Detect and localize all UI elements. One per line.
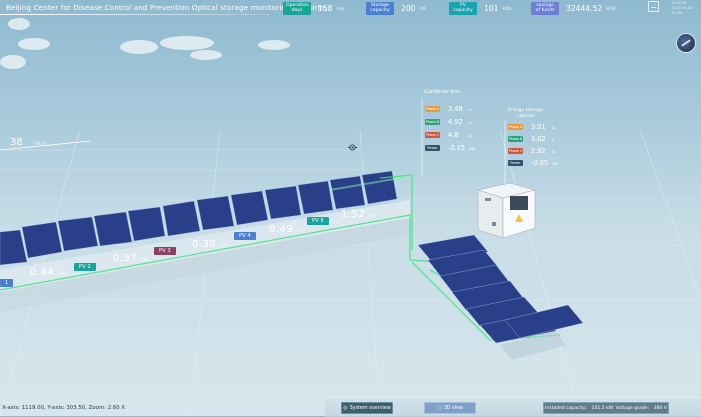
page-title: Beijing Center for Disease Control and P… (6, 3, 327, 12)
stat-unit: RMB (606, 6, 616, 11)
stat-savings: savings of funds 32444.52 RMB (531, 1, 616, 16)
pv-unit: kW (220, 243, 227, 248)
storage-cabinet (477, 182, 536, 239)
fullscreen-toggle-icon[interactable] (648, 1, 659, 12)
pv-value-5: 0.49 (269, 224, 294, 235)
scene-canvas (0, 98, 701, 416)
phase-unit: kW (552, 160, 558, 166)
storage-row: Phase C 2.92 A (508, 147, 555, 155)
storage-title-line2: cabinet (517, 114, 535, 119)
stat-value: 200 (401, 4, 416, 13)
3d-view-button[interactable]: ▢ 3D view (424, 402, 476, 414)
pv-unit: kW (141, 257, 148, 262)
phase-badge: Power (425, 145, 440, 151)
phase-value: 3.48 (448, 105, 463, 113)
stat-storage-capacity: Storage capacity 200 kW (366, 1, 427, 16)
storage-title-line1: Energy storage (508, 108, 543, 113)
stat-label: Storage capacity (366, 1, 394, 16)
phase-badge: Phase A (508, 124, 523, 130)
ground-pv-array (417, 234, 584, 360)
phase-unit: A (469, 132, 472, 138)
phase-badge: Phase C (425, 132, 440, 138)
pv-tag-5[interactable]: PV 5 (307, 217, 329, 225)
pv-value-6: 1.52 (341, 209, 366, 220)
datetime: 0:00:00 2025.10.10 00:00 (672, 1, 701, 16)
stat-unit: day (336, 6, 345, 11)
phase-value: 4.92 (448, 118, 463, 126)
pv-value-3: 0.37 (113, 253, 138, 264)
stat-operation-days: Operation days 158 day (283, 1, 345, 16)
phase-badge: Phase B (425, 119, 440, 125)
stat-label: Operation days (283, 1, 311, 16)
phase-unit: A (552, 124, 555, 130)
stat-unit: kWp (502, 6, 512, 11)
voltage-grade-text: Voltage grade： 380 V (615, 406, 667, 411)
phase-unit: A (552, 148, 555, 154)
coordinate-readout: X-axis: 1119.00, Y-axis: 303.50, Zoom: 2… (2, 405, 126, 411)
phase-value: -2.15 (448, 144, 466, 152)
phase-unit: A (469, 106, 472, 112)
pv-unit: kW (297, 228, 304, 233)
phase-value: 2.92 (531, 147, 546, 155)
stat-unit: kW (419, 6, 427, 11)
phase-badge: Power (508, 160, 523, 166)
phase-value: 3.02 (531, 135, 546, 143)
stat-label: savings of funds (531, 1, 559, 16)
phase-unit: A (469, 119, 472, 125)
cube-icon: ▢ (436, 405, 442, 411)
pv-tag-1[interactable]: 1 (0, 279, 14, 287)
stat-pv-capacity: PV capacity 101 kWp (449, 1, 512, 16)
phase-unit: A (552, 136, 555, 142)
combiner-row: Phase A 3.48 A (425, 105, 472, 113)
pv-tag-4[interactable]: PV 4 (234, 232, 256, 240)
combiner-row: Power -2.15 kW (425, 144, 475, 152)
combiner-box-title: Combiner box (424, 89, 461, 95)
irradiance-unit: kW/m² (34, 141, 48, 146)
capacity-info-box: Installed capacity： 101.5 kW Voltage gra… (543, 402, 669, 414)
pv-tag-3[interactable]: PV 3 (154, 247, 176, 255)
phase-badge: Phase B (508, 136, 523, 142)
crosshair-icon[interactable] (348, 143, 357, 152)
installed-capacity-text: Installed capacity： 101.5 kW (545, 406, 614, 411)
overview-icon: ◎ (343, 405, 348, 411)
combiner-row: Phase C 4.8 A (425, 131, 472, 139)
phase-value: 4.8 (448, 131, 459, 139)
system-overview-label: System overview (349, 405, 391, 411)
storage-row: Phase A 3.01 A (508, 123, 555, 131)
pv-value-2: 0.44 (30, 267, 55, 278)
phase-badge: Phase C (508, 148, 523, 154)
title-underline (0, 14, 270, 15)
storage-row: Phase B 3.02 A (508, 135, 555, 143)
phase-value: -0.05 (531, 159, 549, 167)
storage-row: Power -0.05 kW (508, 159, 558, 167)
stat-label: PV capacity (449, 1, 477, 16)
phase-unit: kW (469, 145, 475, 151)
combiner-row: Phase B 4.92 A (425, 118, 472, 126)
phase-value: 3.01 (531, 123, 546, 131)
globe-icon[interactable] (676, 33, 696, 53)
pv-unit: kW (59, 271, 66, 276)
phase-badge: Phase A (425, 106, 440, 112)
date-text: 2025.10.10 00:00 (672, 6, 693, 15)
irradiance-value: 38 (10, 137, 23, 148)
pv-tag-2[interactable]: PV 2 (74, 263, 96, 271)
3d-view-label: 3D view (443, 405, 464, 411)
system-overview-button[interactable]: ◎ System overview (341, 402, 393, 414)
stat-value: 101 (484, 4, 499, 13)
stat-value: 158 (318, 4, 333, 13)
stat-value: 32444.52 (566, 4, 603, 13)
pv-unit: kW (368, 213, 375, 218)
pv-value-4: 0.38 (192, 239, 217, 250)
